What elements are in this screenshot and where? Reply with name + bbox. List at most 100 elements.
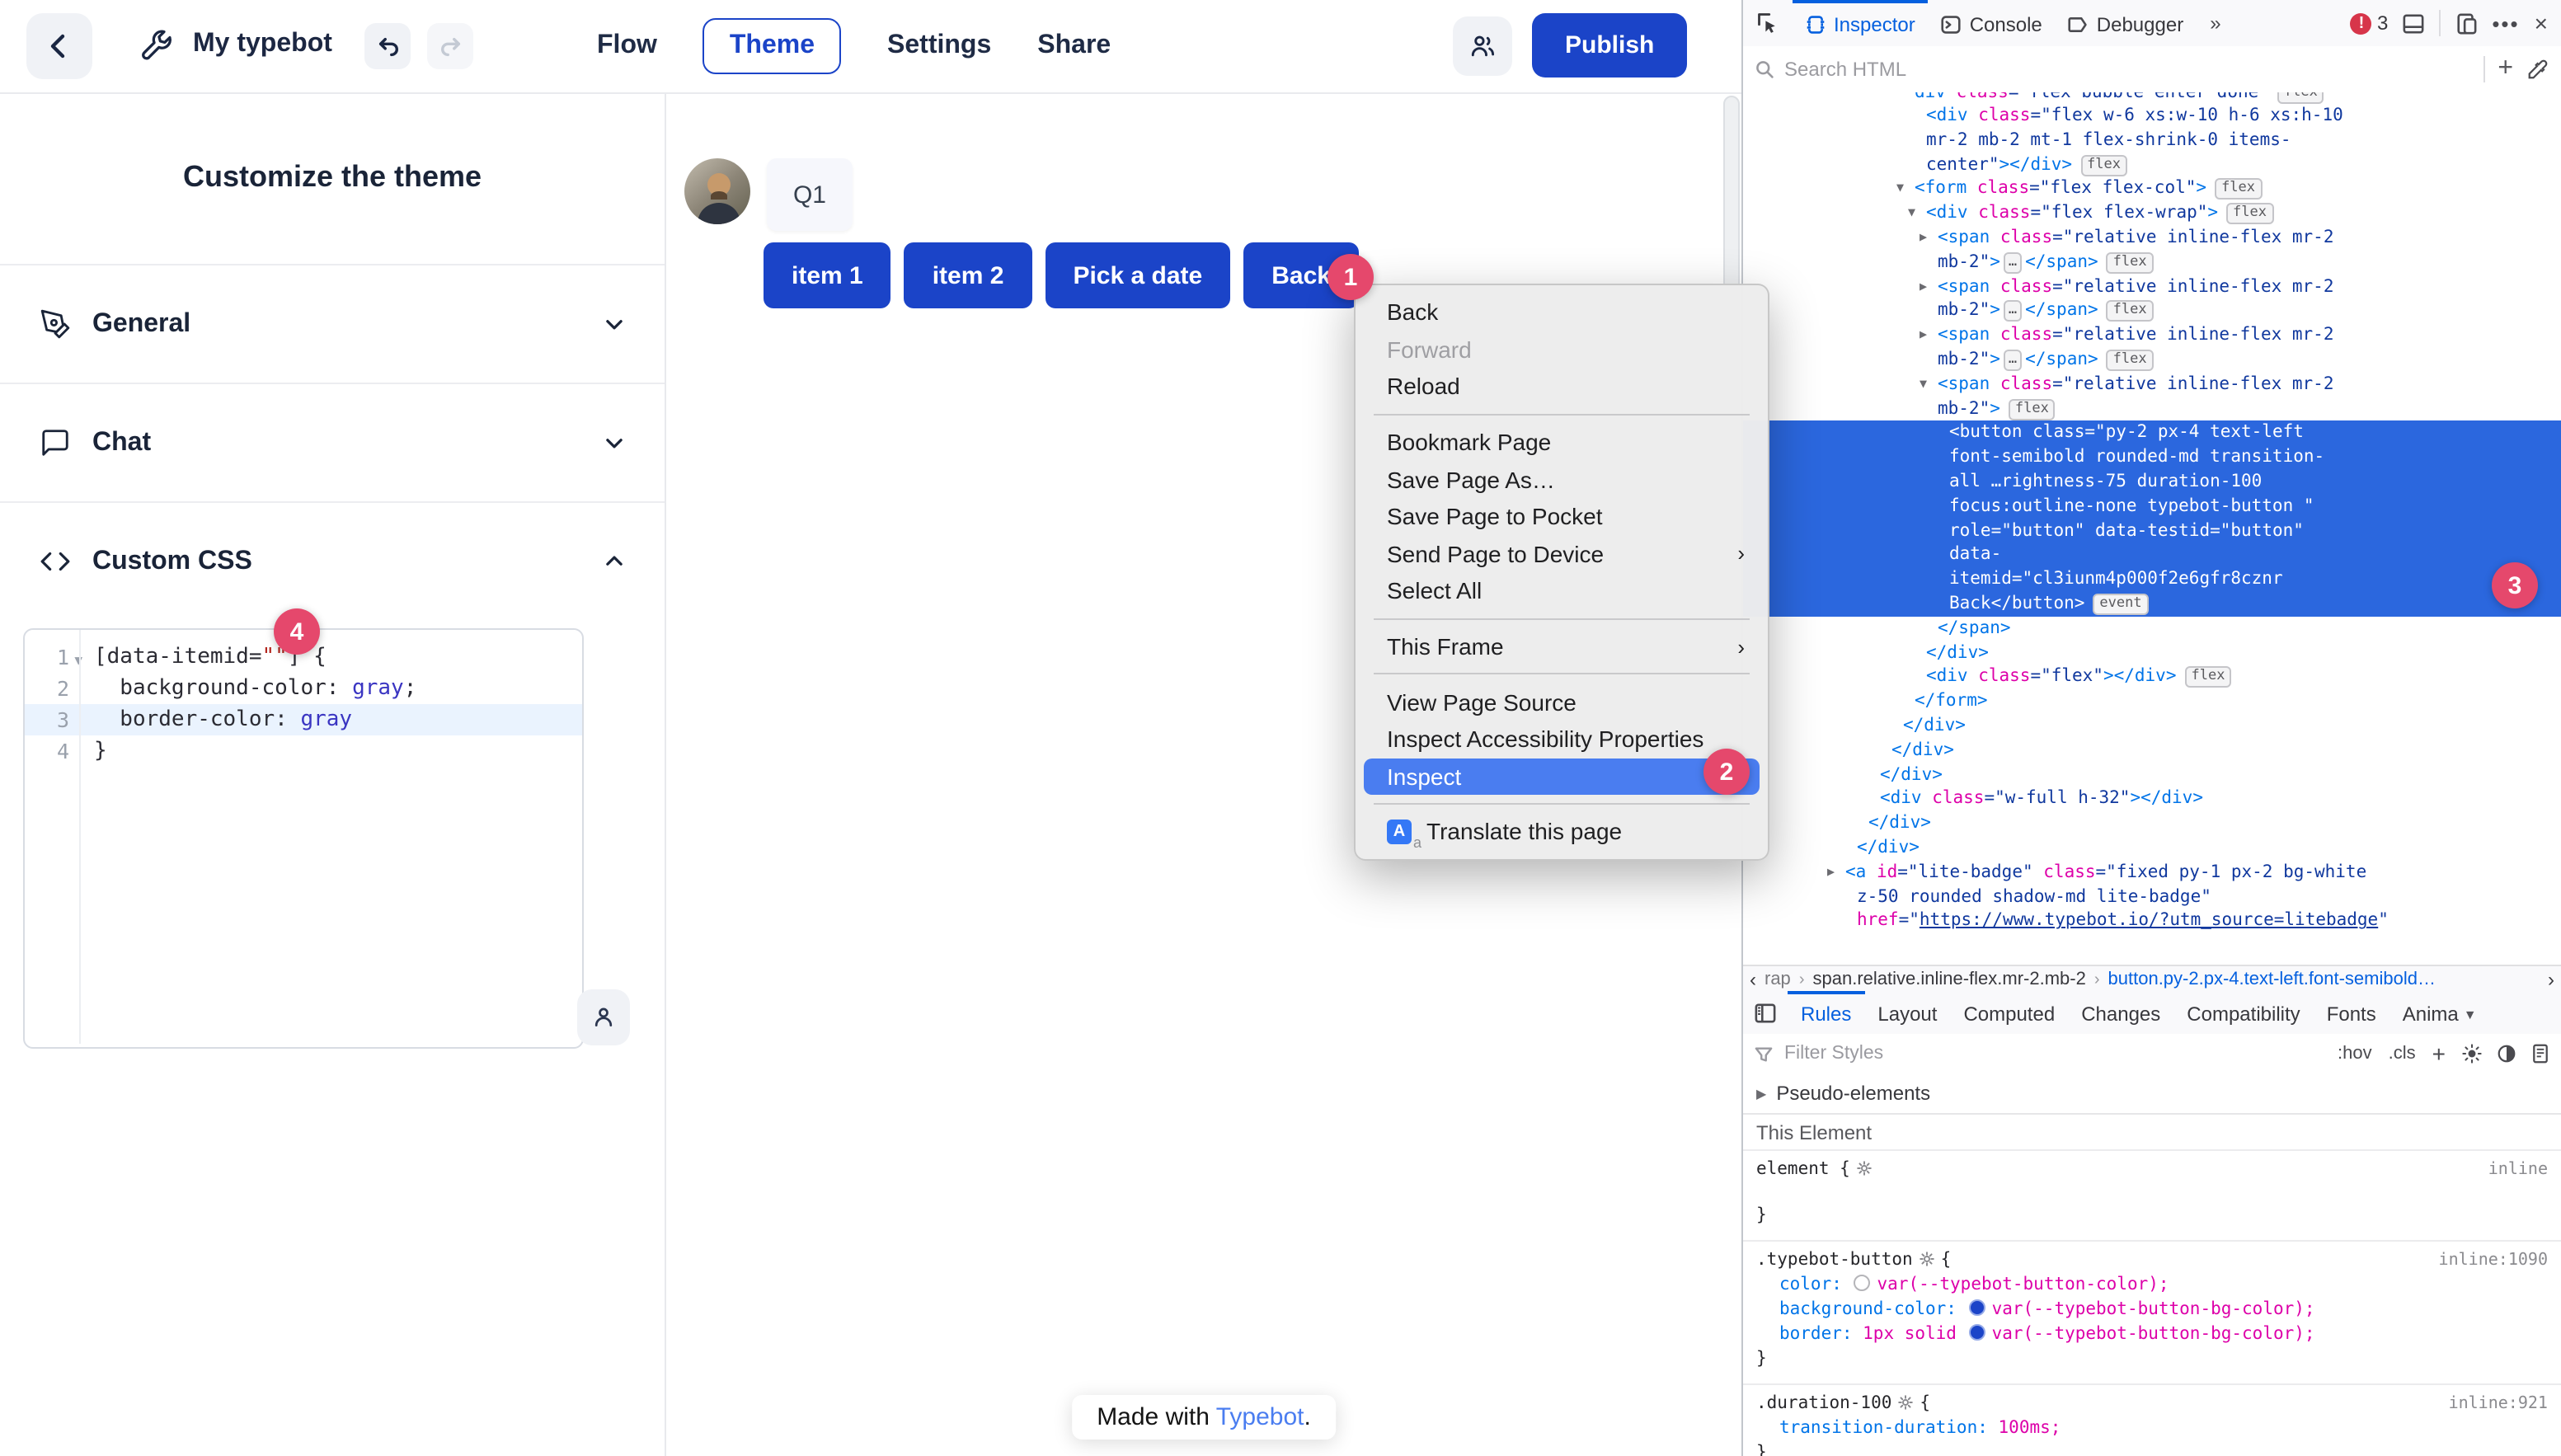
back-button[interactable] bbox=[26, 13, 92, 79]
markup-line[interactable]: ▼<div class="flex flex-wrap">flex bbox=[1743, 201, 2561, 226]
collaborators-button[interactable] bbox=[1453, 16, 1512, 76]
markup-line[interactable]: all …rightness-75 duration-100 bbox=[1743, 470, 2561, 495]
made-with-badge[interactable]: Made with Typebot. bbox=[1072, 1395, 1336, 1440]
more-tabs-icon[interactable]: » bbox=[2197, 12, 2234, 35]
hover-toggle[interactable]: :hov bbox=[2338, 1044, 2372, 1064]
markup-line[interactable]: ▶<a id="lite-badge" class="fixed py-1 px… bbox=[1743, 860, 2561, 885]
color-swatch[interactable] bbox=[1854, 1275, 1871, 1291]
menu-item-back[interactable]: Back bbox=[1364, 294, 1760, 331]
markup-line[interactable]: center"></div>flex bbox=[1743, 153, 2561, 177]
filter-styles-input[interactable] bbox=[1781, 1042, 2338, 1065]
rules-tab-computed[interactable]: Computed bbox=[1950, 991, 2068, 1034]
rule-source-link[interactable]: inline bbox=[2488, 1158, 2548, 1182]
eyedropper-icon[interactable] bbox=[2526, 59, 2561, 80]
rules-tab-changes[interactable]: Changes bbox=[2068, 991, 2173, 1034]
tab-settings[interactable]: Settings bbox=[887, 31, 991, 61]
color-scheme-icon[interactable] bbox=[2497, 1044, 2516, 1064]
light-theme-icon[interactable] bbox=[2462, 1044, 2482, 1064]
tab-share[interactable]: Share bbox=[1037, 31, 1111, 61]
rule-source-link[interactable]: inline:1090 bbox=[2439, 1248, 2548, 1273]
redo-button[interactable] bbox=[427, 23, 473, 69]
markup-line[interactable]: mb-2">…</span>flex bbox=[1743, 251, 2561, 275]
rule-selector-line[interactable]: .duration-100{inline:921 bbox=[1743, 1392, 2561, 1416]
menu-item-view-page-source[interactable]: View Page Source bbox=[1364, 683, 1760, 721]
menu-item-inspect[interactable]: Inspect bbox=[1364, 758, 1760, 795]
pick-element-button[interactable] bbox=[1743, 0, 1793, 46]
close-devtools-icon[interactable]: × bbox=[2535, 10, 2548, 36]
gear-icon[interactable] bbox=[1913, 1250, 1941, 1270]
preview-avatar-button[interactable] bbox=[577, 989, 630, 1045]
menu-item-inspect-accessibility-properties[interactable]: Inspect Accessibility Properties bbox=[1364, 721, 1760, 758]
markup-line[interactable]: mr-2 mb-2 mt-1 flex-shrink-0 items- bbox=[1743, 129, 2561, 153]
declaration-border[interactable]: border: 1px solid var(--typebot-button-b… bbox=[1743, 1322, 2561, 1347]
ellipsis-badge[interactable]: … bbox=[2004, 301, 2022, 322]
collapse-arrow-icon[interactable]: ▼ bbox=[1896, 177, 1915, 202]
rule-selector-line[interactable]: element {inline bbox=[1743, 1158, 2561, 1182]
markup-line[interactable]: ▼<span class="relative inline-flex mr-2 bbox=[1743, 373, 2561, 397]
breadcrumb-item[interactable]: button.py-2.px-4.text-left.font-semibold… bbox=[2108, 970, 2436, 989]
markup-line[interactable]: </div> bbox=[1743, 836, 2561, 861]
css-editor-line[interactable]: 4} bbox=[25, 735, 582, 767]
collapse-arrow-icon[interactable]: ▼ bbox=[1920, 373, 1938, 397]
collapse-arrow-icon[interactable]: ▼ bbox=[1908, 201, 1926, 226]
breadcrumb-scroll-left-icon[interactable]: ‹ bbox=[1750, 968, 1756, 991]
markup-line[interactable]: mb-2">…</span>flex bbox=[1743, 348, 2561, 373]
markup-line[interactable]: </form> bbox=[1743, 689, 2561, 714]
expand-arrow-icon[interactable]: ▶ bbox=[1920, 323, 1938, 348]
search-html-input[interactable] bbox=[1784, 58, 2476, 81]
markup-line[interactable]: itemid="cl3iunm4p000f2e6gfr8cznr bbox=[1743, 567, 2561, 592]
markup-line[interactable]: data- bbox=[1743, 543, 2561, 568]
typebot-title[interactable]: My typebot bbox=[193, 30, 332, 59]
menu-item-save-page-as[interactable]: Save Page As… bbox=[1364, 461, 1760, 498]
rules-tab-fonts[interactable]: Fonts bbox=[2314, 991, 2389, 1034]
sidebar-section-general[interactable]: General bbox=[0, 264, 665, 383]
css-editor-line[interactable]: 3 border-color: gray bbox=[25, 704, 582, 735]
markup-line[interactable]: font-semibold rounded-md transition- bbox=[1743, 445, 2561, 470]
expand-arrow-icon[interactable]: ▶ bbox=[1920, 226, 1938, 251]
menu-item-select-all[interactable]: Select All bbox=[1364, 572, 1760, 609]
devtools-tab-debugger[interactable]: Debugger bbox=[2056, 0, 2197, 46]
undo-button[interactable] bbox=[364, 23, 411, 69]
menu-item-this-frame[interactable]: This Frame› bbox=[1364, 628, 1760, 665]
split-console-icon[interactable] bbox=[2403, 12, 2424, 34]
markup-line[interactable]: </div> bbox=[1743, 641, 2561, 665]
markup-line[interactable]: z-50 rounded shadow-md lite-badge" bbox=[1743, 885, 2561, 909]
declaration-color[interactable]: color: var(--typebot-button-color); bbox=[1743, 1273, 2561, 1298]
add-node-icon[interactable]: + bbox=[2484, 54, 2526, 84]
gear-icon[interactable] bbox=[1850, 1159, 1878, 1179]
rules-tab-compatibility[interactable]: Compatibility bbox=[2173, 991, 2313, 1034]
rules-tab-rules[interactable]: Rules bbox=[1788, 991, 1864, 1034]
menu-item-save-page-to-pocket[interactable]: Save Page to Pocket bbox=[1364, 498, 1760, 535]
markup-line[interactable]: </div> bbox=[1743, 763, 2561, 787]
choice-button-item-1[interactable]: item 1 bbox=[764, 242, 891, 308]
print-simulation-icon[interactable] bbox=[2531, 1044, 2549, 1064]
typebot-link[interactable]: Typebot bbox=[1216, 1403, 1304, 1431]
add-rule-icon[interactable]: + bbox=[2432, 1040, 2446, 1067]
menu-item-reload[interactable]: Reload bbox=[1364, 368, 1760, 405]
sidebar-section-custom-css[interactable]: Custom CSS bbox=[0, 501, 665, 620]
color-swatch[interactable] bbox=[1969, 1299, 1985, 1316]
menu-item-bookmark-page[interactable]: Bookmark Page bbox=[1364, 424, 1760, 461]
markup-line[interactable]: ▶<span class="relative inline-flex mr-2 bbox=[1743, 226, 2561, 251]
markup-line[interactable]: </div> bbox=[1743, 811, 2561, 836]
markup-line[interactable]: role="button" data-testid="button" bbox=[1743, 519, 2561, 543]
markup-line[interactable]: div class="flex bubble enter done"flex bbox=[1743, 92, 2561, 104]
markup-line[interactable]: <div class="flex"></div>flex bbox=[1743, 665, 2561, 690]
class-toggle[interactable]: .cls bbox=[2389, 1044, 2416, 1064]
color-swatch[interactable] bbox=[1969, 1324, 1985, 1341]
devtools-tab-console[interactable]: Console bbox=[1929, 0, 2056, 46]
expand-arrow-icon[interactable]: ▶ bbox=[1827, 860, 1845, 885]
markup-line[interactable]: focus:outline-none typebot-button " bbox=[1743, 495, 2561, 519]
markup-line[interactable]: mb-2">flex bbox=[1743, 397, 2561, 421]
markup-line[interactable]: Back</button>event bbox=[1743, 592, 2561, 617]
breadcrumb-scroll-right-icon[interactable]: › bbox=[2548, 968, 2554, 991]
rule-selector-line[interactable]: .typebot-button{inline:1090 bbox=[1743, 1248, 2561, 1273]
markup-line[interactable]: ▼<form class="flex flex-col">flex bbox=[1743, 177, 2561, 202]
rule-source-link[interactable]: inline:921 bbox=[2449, 1392, 2548, 1416]
gear-icon[interactable] bbox=[1891, 1393, 1920, 1413]
sidebar-toggle-icon[interactable] bbox=[1743, 1002, 1788, 1023]
choice-button-item-2[interactable]: item 2 bbox=[905, 242, 1032, 308]
markup-line[interactable]: <div class="w-full h-32"></div> bbox=[1743, 787, 2561, 812]
rules-tab-layout[interactable]: Layout bbox=[1864, 991, 1950, 1034]
markup-line[interactable]: <div class="flex w-6 xs:w-10 h-6 xs:h-10 bbox=[1743, 104, 2561, 129]
